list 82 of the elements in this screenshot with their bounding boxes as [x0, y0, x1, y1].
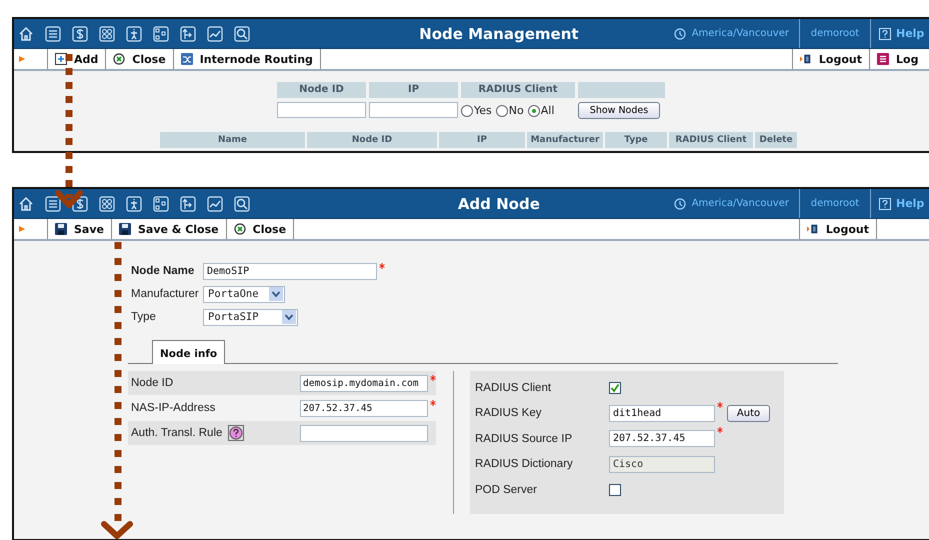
- person-icon[interactable]: [126, 196, 142, 212]
- search-icon[interactable]: [234, 26, 250, 42]
- column-header: Delete: [755, 132, 797, 148]
- input-field[interactable]: 207.52.37.45: [609, 430, 715, 448]
- column-header: Node ID: [307, 132, 437, 148]
- routing-icon: [180, 53, 193, 65]
- person-icon[interactable]: [126, 26, 142, 42]
- list-icon[interactable]: [45, 196, 61, 212]
- radio-option[interactable]: Yes: [461, 104, 492, 117]
- field-label: RADIUS Source IP: [475, 432, 574, 445]
- caret-icon: [269, 287, 283, 301]
- checkbox[interactable]: [609, 382, 621, 394]
- input-field[interactable]: DemoSIP: [203, 262, 377, 280]
- timezone-link[interactable]: America/Vancouver: [692, 198, 789, 209]
- readonly-field: Cisco: [609, 456, 715, 473]
- help-link[interactable]: Help: [896, 27, 924, 40]
- help-link[interactable]: Help: [896, 197, 924, 210]
- input-field[interactable]: demosip.mydomain.com: [300, 374, 428, 392]
- input-field[interactable]: dit1head: [609, 404, 715, 422]
- grid-icon[interactable]: [99, 26, 115, 42]
- input-field[interactable]: [300, 424, 428, 442]
- field-label: Manufacturer: [131, 288, 200, 300]
- close-icon: [113, 53, 126, 65]
- field-label: Type: [131, 311, 157, 323]
- column-header: IP: [369, 82, 458, 98]
- filter-field[interactable]: [369, 102, 458, 118]
- list-icon[interactable]: [45, 26, 61, 42]
- radio-option[interactable]: No: [496, 104, 524, 117]
- chart-icon[interactable]: [207, 196, 223, 212]
- currency-icon[interactable]: [72, 196, 88, 212]
- column-header: RADIUS Client: [461, 82, 575, 98]
- user-link[interactable]: demoroot: [799, 19, 870, 48]
- play-icon: [18, 55, 26, 63]
- nodes-icon[interactable]: [153, 196, 169, 212]
- field-label: RADIUS Dictionary: [475, 458, 574, 470]
- play-icon: [18, 225, 26, 233]
- show-nodes-button[interactable]: Show Nodes: [578, 102, 660, 119]
- user-link[interactable]: demoroot: [799, 189, 870, 218]
- tab[interactable]: Node info: [152, 340, 226, 364]
- input-field[interactable]: 207.52.37.45: [300, 400, 428, 416]
- dropdown[interactable]: PortaOne: [203, 286, 285, 302]
- window-title: Add Node: [456, 194, 541, 212]
- route-icon[interactable]: [180, 26, 196, 42]
- caret-icon: [282, 310, 296, 324]
- radio-option[interactable]: All: [528, 104, 554, 117]
- column-header: Node ID: [277, 82, 366, 98]
- log-icon: [877, 53, 889, 65]
- floppy-icon: [118, 223, 131, 235]
- column-header: Type: [605, 132, 667, 148]
- filter-field[interactable]: [277, 102, 366, 118]
- home-icon[interactable]: [18, 196, 34, 212]
- home-icon[interactable]: [18, 26, 34, 42]
- plus-icon: [55, 53, 67, 65]
- checkbox[interactable]: [609, 484, 621, 496]
- search-icon[interactable]: [234, 196, 250, 212]
- field-label: POD Server: [475, 484, 538, 496]
- field-label: RADIUS Client: [475, 382, 552, 394]
- column-header: Name: [160, 132, 305, 148]
- door-icon: [806, 223, 819, 235]
- column-header: Manufacturer: [527, 132, 603, 148]
- column-header: RADIUS Client: [669, 132, 753, 148]
- close-icon: [234, 223, 246, 235]
- timezone-link[interactable]: America/Vancouver: [692, 28, 789, 39]
- auto-button[interactable]: Auto: [727, 404, 770, 422]
- clock-icon: [674, 198, 686, 210]
- clock-icon: [674, 28, 686, 40]
- column-header: IP: [439, 132, 525, 148]
- dropdown[interactable]: PortaSIP: [203, 308, 298, 326]
- help-icon[interactable]: [228, 425, 244, 441]
- grid-icon[interactable]: [99, 196, 115, 212]
- field-label: RADIUS Key: [475, 407, 542, 420]
- chart-icon[interactable]: [207, 26, 223, 42]
- nodes-icon[interactable]: [153, 26, 169, 42]
- field-label: Node ID: [131, 377, 174, 389]
- field-label: Node Name: [131, 265, 196, 277]
- floppy-icon: [55, 223, 67, 235]
- field-label: Auth. Transl. Rule: [131, 427, 222, 439]
- currency-icon[interactable]: [72, 26, 88, 42]
- route-icon[interactable]: [180, 196, 196, 212]
- window-title: Node Management: [418, 24, 580, 42]
- field-label: NAS-IP-Address: [131, 402, 216, 414]
- door-icon: [800, 53, 812, 65]
